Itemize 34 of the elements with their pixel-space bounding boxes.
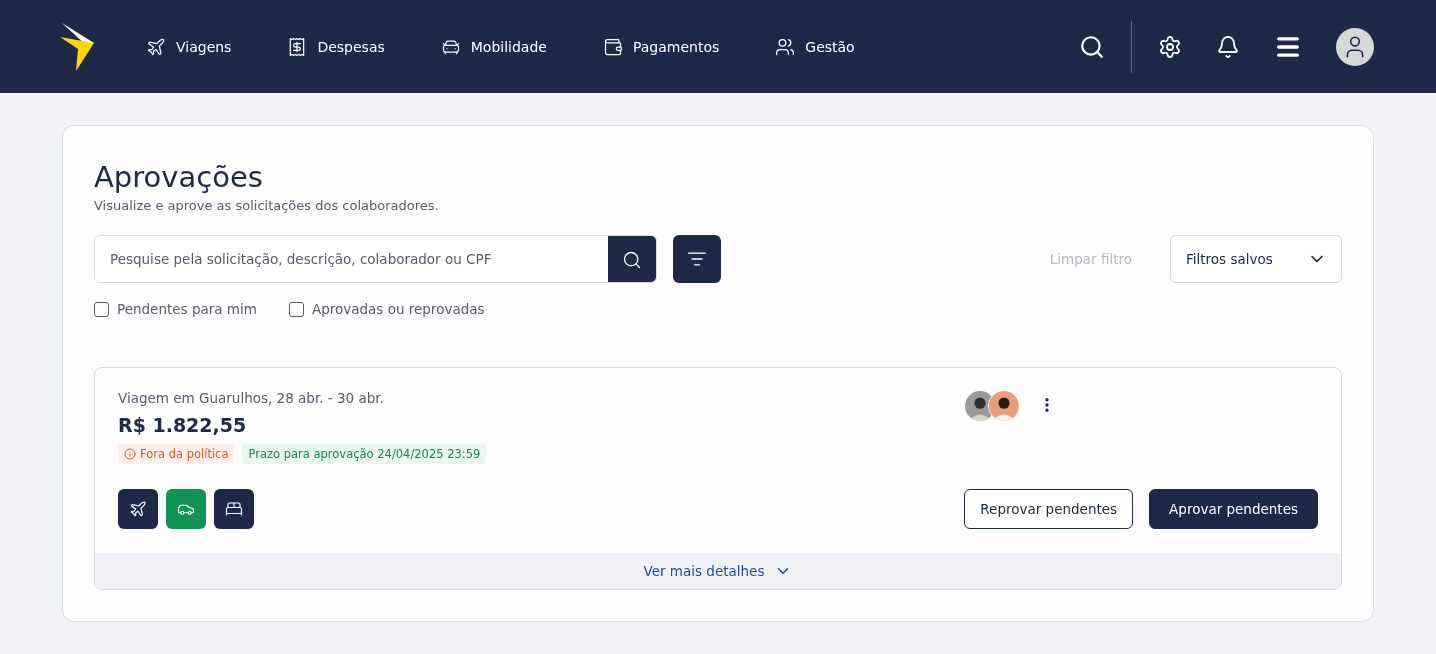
nav-link[interactable]: Mobilidade xyxy=(440,36,547,57)
saved-filters-dropdown[interactable]: Filtros salvos xyxy=(1170,235,1342,283)
request-amount: R$ 1.822,55 xyxy=(118,414,248,436)
bed-icon xyxy=(225,500,243,518)
reject-button[interactable]: Reprovar pendentes xyxy=(964,489,1134,529)
nav-link[interactable]: Viagens xyxy=(146,36,232,57)
plane-icon xyxy=(146,36,166,57)
nav-link[interactable]: Pagamentos xyxy=(602,36,720,57)
bell-icon[interactable] xyxy=(1216,34,1240,59)
search-field[interactable]: Pesquise pela solicitação, descrição, colaborador ou CPF xyxy=(94,235,657,283)
plane-icon xyxy=(129,500,147,518)
page-subtitle: Visualize e aprove as solicitações dos colaboradores. xyxy=(94,198,440,213)
user-avatar[interactable] xyxy=(1336,27,1374,66)
tag-label: Fora da política xyxy=(140,447,229,461)
approve-button[interactable]: Aprovar pendentes xyxy=(1149,489,1318,529)
checkbox[interactable] xyxy=(94,301,109,317)
checkbox[interactable] xyxy=(288,301,304,317)
page-title: Aprovações xyxy=(94,160,264,194)
details-button[interactable]: Ver mais detalhes xyxy=(95,553,1341,589)
info-icon xyxy=(124,448,136,460)
checkbox-label: Pendentes para mim xyxy=(117,301,257,317)
checkbox-label: Aprovadas ou reprovadas xyxy=(311,301,485,317)
search-icon xyxy=(622,250,642,270)
request-title: Viagem em Guarulhos, 28 abr. - 30 abr. xyxy=(118,390,385,406)
wallet-icon xyxy=(602,36,623,57)
logo-icon[interactable] xyxy=(60,22,96,71)
filter-button[interactable] xyxy=(673,235,721,283)
users-icon xyxy=(775,36,796,57)
search-icon[interactable] xyxy=(1079,33,1105,60)
tag-label: Prazo para aprovação 24/04/2025 23:59 xyxy=(248,447,481,461)
search-button[interactable] xyxy=(608,236,656,282)
settings-icon[interactable] xyxy=(1158,34,1182,59)
nav-link[interactable]: Gestão xyxy=(775,36,855,57)
nav-link[interactable]: Despesas xyxy=(287,36,385,57)
